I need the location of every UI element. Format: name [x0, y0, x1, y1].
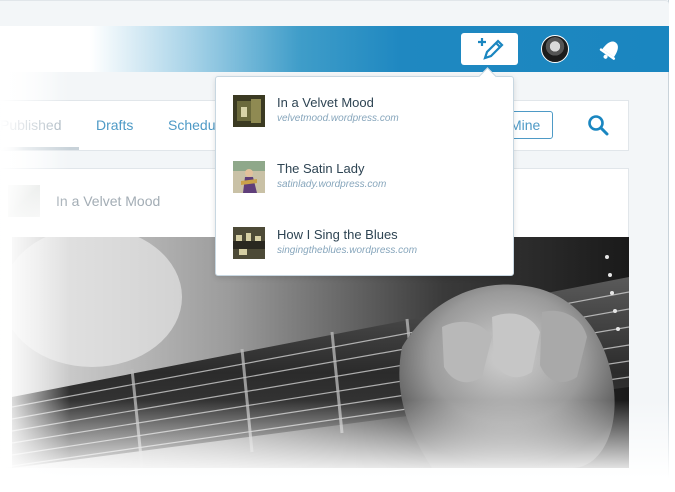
site-url: satinlady.wordpress.com: [277, 179, 387, 190]
notifications-button[interactable]: [596, 35, 626, 63]
site-title: In a Velvet Mood: [277, 95, 374, 110]
site-item-satin-lady[interactable]: The Satin Lady satinlady.wordpress.com: [216, 142, 513, 202]
site-thumbnail: [233, 95, 265, 127]
window-top-bar: [0, 0, 669, 27]
search-icon: [588, 115, 609, 136]
post-site-icon: [8, 185, 40, 217]
site-url: velvetmood.wordpress.com: [277, 113, 399, 124]
site-title: The Satin Lady: [277, 161, 365, 176]
write-post-icon: [477, 38, 504, 60]
site-item-sing-the-blues[interactable]: How I Sing the Blues singingtheblues.wor…: [216, 208, 513, 268]
site-thumbnail: [233, 227, 265, 259]
post-site-name: In a Velvet Mood: [56, 193, 161, 209]
site-title: How I Sing the Blues: [277, 227, 398, 242]
site-item-velvet-mood[interactable]: In a Velvet Mood velvetmood.wordpress.co…: [216, 76, 513, 136]
site-url: singingtheblues.wordpress.com: [277, 245, 418, 256]
write-post-button[interactable]: [461, 33, 518, 65]
search-button[interactable]: [587, 114, 609, 136]
tab-drafts[interactable]: Drafts: [96, 117, 133, 133]
tab-published-underline: [0, 147, 79, 150]
site-thumbnail: [233, 161, 265, 193]
tab-published[interactable]: Published: [0, 117, 62, 133]
notifications-bell-icon: [599, 41, 618, 60]
user-avatar[interactable]: [541, 35, 569, 63]
